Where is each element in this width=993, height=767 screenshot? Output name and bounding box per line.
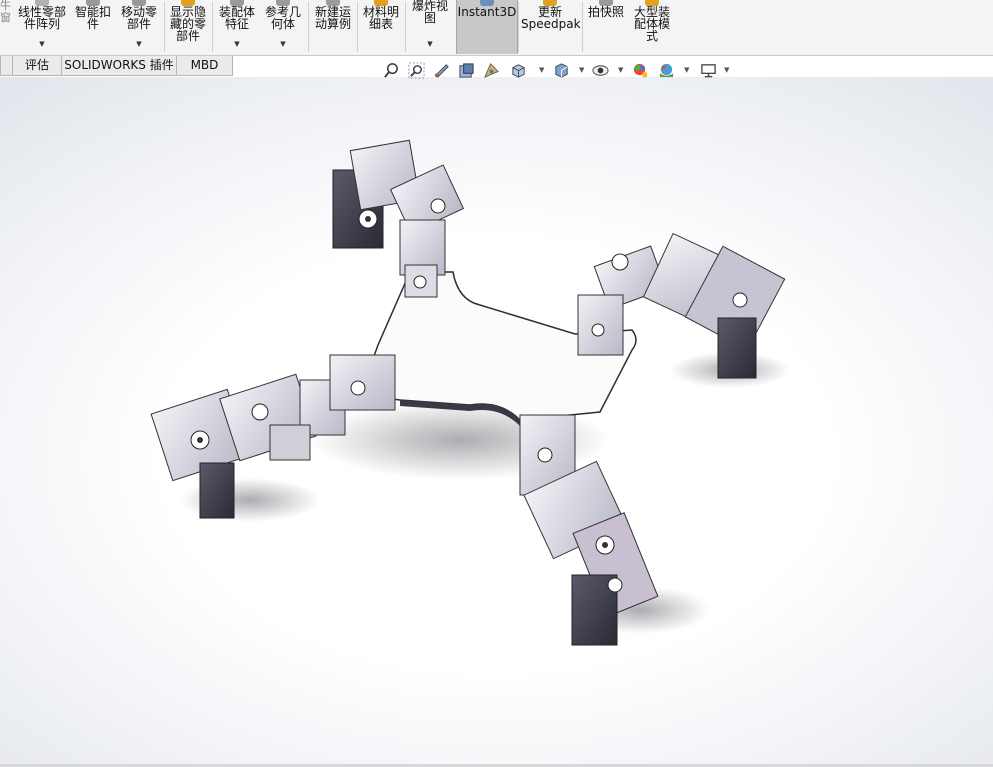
ribbon-separator	[405, 2, 406, 52]
quadruped-robot-assembly-model[interactable]	[0, 77, 993, 765]
chevron-down-icon[interactable]: ▼	[618, 66, 623, 74]
clipped-ribbon-item[interactable]: 牛 窗	[0, 0, 11, 54]
chevron-down-icon: ▼	[427, 40, 433, 48]
chevron-down-icon[interactable]: ▼	[724, 66, 729, 74]
linear-component-pattern-button[interactable]: 线性零部 件阵列 ▼	[14, 0, 70, 54]
chevron-down-icon[interactable]: ▼	[539, 66, 544, 74]
bill-of-materials-button[interactable]: 材料明 细表	[360, 0, 402, 54]
smart-fasteners-button[interactable]: 智能扣 件	[72, 0, 114, 54]
reference-geometry-button[interactable]: 参考几 何体 ▼	[261, 0, 305, 54]
chevron-down-icon[interactable]: ▼	[684, 66, 689, 74]
assembly-features-button[interactable]: 装配体 特征 ▼	[215, 0, 259, 54]
update-speedpak-button[interactable]: 更新 Speedpak	[521, 0, 581, 54]
ribbon-separator	[582, 2, 583, 52]
tab-evaluate[interactable]: 评估	[12, 56, 62, 76]
large-assembly-mode-button[interactable]: 大型装 配体模 式	[630, 0, 674, 54]
chevron-down-icon: ▼	[280, 40, 286, 48]
show-hidden-components-button[interactable]: 显示隐 藏的零 部件	[167, 0, 209, 54]
command-manager-ribbon: 牛 窗 线性零部 件阵列 ▼ 智能扣 件 移动零 部件 ▼ 显示隐 藏的零 部件…	[0, 0, 993, 56]
exploded-view-button[interactable]: 爆炸视 图 ▼	[408, 0, 452, 54]
ribbon-separator	[518, 2, 519, 52]
ribbon-separator	[308, 2, 309, 52]
new-motion-study-button[interactable]: 新建运 动算例	[311, 0, 355, 54]
tab-solidworks-addins[interactable]: SOLIDWORKS 插件	[61, 56, 177, 76]
chevron-down-icon: ▼	[234, 40, 240, 48]
move-component-button[interactable]: 移动零 部件 ▼	[117, 0, 161, 54]
ribbon-separator	[164, 2, 165, 52]
chevron-down-icon[interactable]: ▼	[579, 66, 584, 74]
chevron-down-icon: ▼	[136, 40, 142, 48]
take-snapshot-button[interactable]: 拍快照	[585, 0, 627, 54]
tab-mbd[interactable]: MBD	[176, 56, 233, 76]
ribbon-separator	[357, 2, 358, 52]
ribbon-separator	[212, 2, 213, 52]
chevron-down-icon: ▼	[39, 40, 45, 48]
instant3d-button[interactable]: Instant3D	[456, 0, 518, 54]
leg-front-left[interactable]	[332, 139, 465, 298]
